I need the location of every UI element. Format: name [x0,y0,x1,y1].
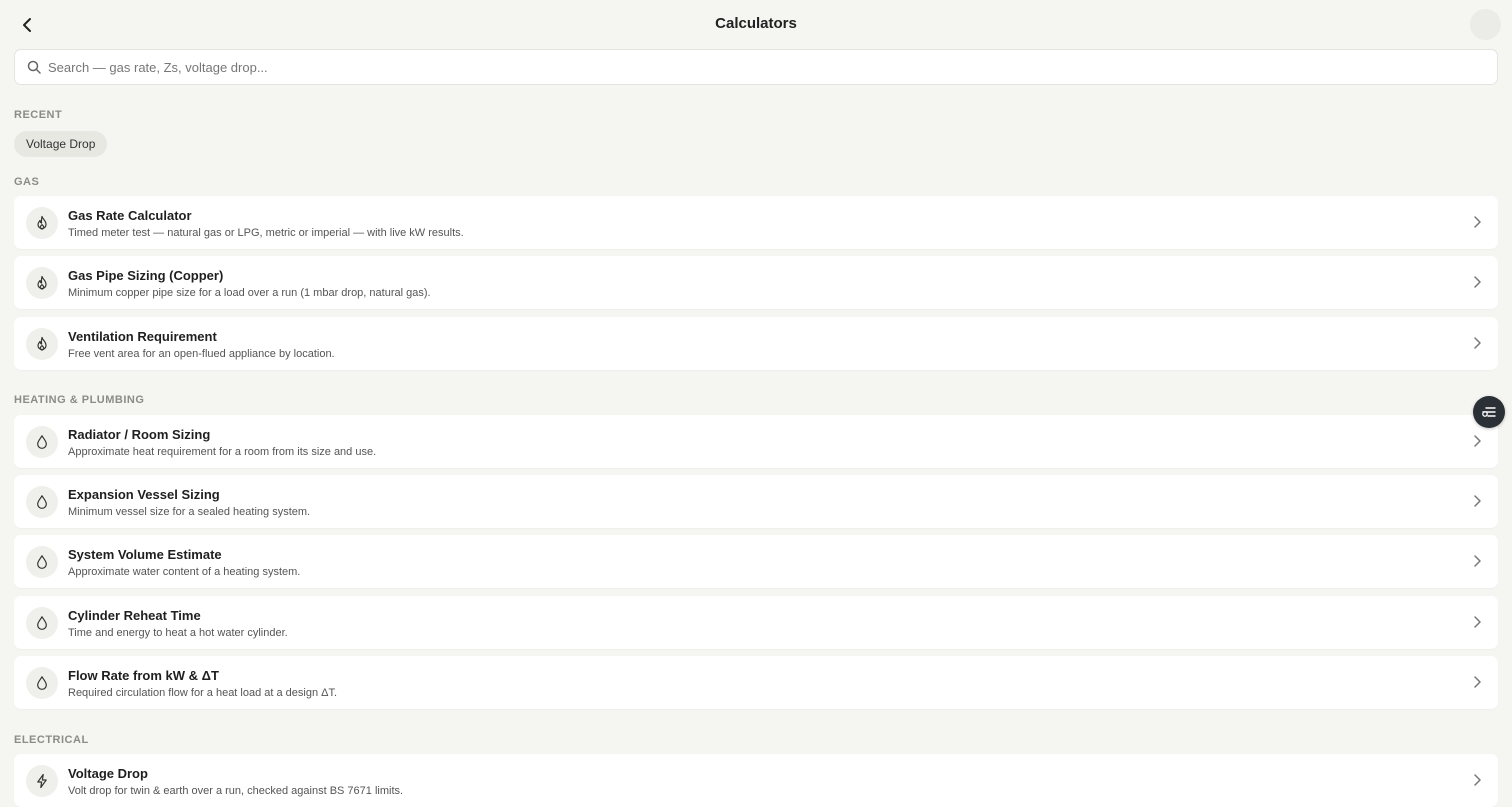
chevron-right-icon [1474,276,1481,288]
calculator-description: Timed meter test — natural gas or LPG, m… [68,227,464,239]
droplet-icon [26,426,58,458]
calculator-description: Approximate heat requirement for a room … [68,446,377,458]
chevron-right-icon [1474,555,1481,567]
calculator-item-cylinder-reheat[interactable]: Cylinder Reheat Time Time and energy to … [14,596,1498,649]
calculator-title: Voltage Drop [68,766,148,781]
chevron-right-icon [1474,337,1481,349]
calculator-description: Free vent area for an open-flued applian… [68,348,335,360]
calculator-item-gas-rate[interactable]: Gas Rate Calculator Timed meter test — n… [14,196,1498,249]
section-label-heating-plumbing: HEATING & PLUMBING [14,394,145,406]
calculator-title: Ventilation Requirement [68,329,217,344]
recent-chip-voltage-drop[interactable]: Voltage Drop [14,131,108,157]
calculator-item-system-volume[interactable]: System Volume Estimate Approximate water… [14,535,1498,588]
calculator-description: Volt drop for twin & earth over a run, c… [68,785,404,797]
chevron-right-icon [1474,676,1481,688]
calculator-item-expansion-vessel[interactable]: Expansion Vessel Sizing Minimum vessel s… [14,475,1498,528]
calculator-title: Radiator / Room Sizing [68,427,211,442]
section-label-recent: RECENT [14,109,63,121]
droplet-icon [26,546,58,578]
chevron-right-icon [1474,495,1481,507]
section-label-gas: GAS [14,176,40,188]
flame-icon [26,207,58,239]
floating-settings-button[interactable] [1473,396,1505,428]
droplet-icon [26,667,58,699]
calculator-item-ventilation[interactable]: Ventilation Requirement Free vent area f… [14,317,1498,370]
calculator-description: Required circulation flow for a heat loa… [68,687,338,699]
calculator-description: Minimum copper pipe size for a load over… [68,287,431,299]
calculator-title: Flow Rate from kW & ΔT [68,668,219,683]
chevron-right-icon [1474,435,1481,447]
calculator-title: Gas Pipe Sizing (Copper) [68,268,224,283]
calculator-description: Approximate water content of a heating s… [68,566,301,578]
droplet-icon [26,607,58,639]
search-input[interactable] [48,50,1478,84]
search-bar [14,49,1498,85]
calculator-title: Cylinder Reheat Time [68,608,201,623]
toggle-settings-icon [1482,407,1496,417]
flame-icon [26,267,58,299]
lightning-icon [26,765,58,797]
calculator-title: System Volume Estimate [68,547,222,562]
calculator-item-gas-pipe-sizing[interactable]: Gas Pipe Sizing (Copper) Minimum copper … [14,256,1498,309]
search-icon [27,60,41,74]
calculator-description: Minimum vessel size for a sealed heating… [68,506,311,518]
chevron-right-icon [1474,216,1481,228]
calculator-item-voltage-drop[interactable]: Voltage Drop Volt drop for twin & earth … [14,754,1498,807]
avatar[interactable] [1470,9,1501,40]
top-bar: Calculators [0,0,1512,49]
calculator-title: Expansion Vessel Sizing [68,487,220,502]
calculator-title: Gas Rate Calculator [68,208,192,223]
calculator-item-radiator-sizing[interactable]: Radiator / Room Sizing Approximate heat … [14,415,1498,468]
chevron-right-icon [1474,616,1481,628]
page-title: Calculators [715,15,797,32]
section-label-electrical: ELECTRICAL [14,734,89,746]
calculator-description: Time and energy to heat a hot water cyli… [68,627,288,639]
chevron-right-icon [1474,774,1481,786]
flame-icon [26,328,58,360]
droplet-icon [26,486,58,518]
calculator-item-flow-rate[interactable]: Flow Rate from kW & ΔT Required circulat… [14,656,1498,709]
